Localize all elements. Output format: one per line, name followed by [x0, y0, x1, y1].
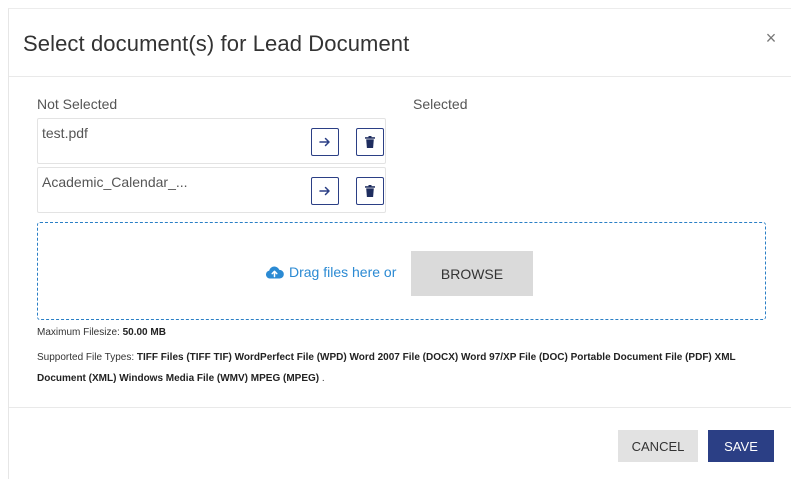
max-filesize-value: 50.00 MB: [122, 327, 166, 338]
file-dropzone[interactable]: Drag files here or BROWSE: [37, 222, 766, 320]
supported-types-line: Supported File Types: TIFF Files (TIFF T…: [37, 347, 757, 389]
file-row: test.pdf: [37, 118, 386, 164]
supported-types-value: TIFF Files (TIFF TIF) WordPerfect File (…: [37, 352, 736, 384]
not-selected-label: Not Selected: [37, 96, 118, 112]
file-row: Academic_Calendar_...: [37, 167, 386, 213]
save-button[interactable]: SAVE: [708, 430, 774, 462]
arrow-right-icon: [319, 186, 330, 196]
footer-divider: [9, 407, 791, 408]
arrow-right-icon: [319, 137, 330, 147]
trash-icon: [365, 185, 375, 197]
delete-file-button[interactable]: [356, 128, 384, 156]
drop-hint: Drag files here or: [265, 264, 396, 280]
supported-types-suffix: .: [321, 373, 325, 384]
file-name: Academic_Calendar_...: [42, 174, 188, 190]
cloud-upload-icon: [265, 266, 284, 278]
drop-hint-text: Drag files here or: [289, 264, 397, 280]
supported-types-label: Supported File Types:: [37, 352, 135, 363]
move-to-selected-button[interactable]: [311, 177, 339, 205]
trash-icon: [365, 136, 375, 148]
cancel-button[interactable]: CANCEL: [618, 430, 698, 462]
delete-file-button[interactable]: [356, 177, 384, 205]
file-name: test.pdf: [42, 125, 88, 141]
selected-label: Selected: [413, 96, 468, 112]
dialog-header: Select document(s) for Lead Document ×: [9, 9, 791, 77]
dialog-title: Select document(s) for Lead Document: [23, 31, 410, 56]
browse-button[interactable]: BROWSE: [411, 251, 533, 296]
select-documents-dialog: Select document(s) for Lead Document × N…: [8, 8, 791, 479]
move-to-selected-button[interactable]: [311, 128, 339, 156]
close-icon[interactable]: ×: [763, 29, 779, 47]
max-filesize-label: Maximum Filesize:: [37, 327, 120, 338]
max-filesize-line: Maximum Filesize: 50.00 MB: [37, 327, 166, 339]
